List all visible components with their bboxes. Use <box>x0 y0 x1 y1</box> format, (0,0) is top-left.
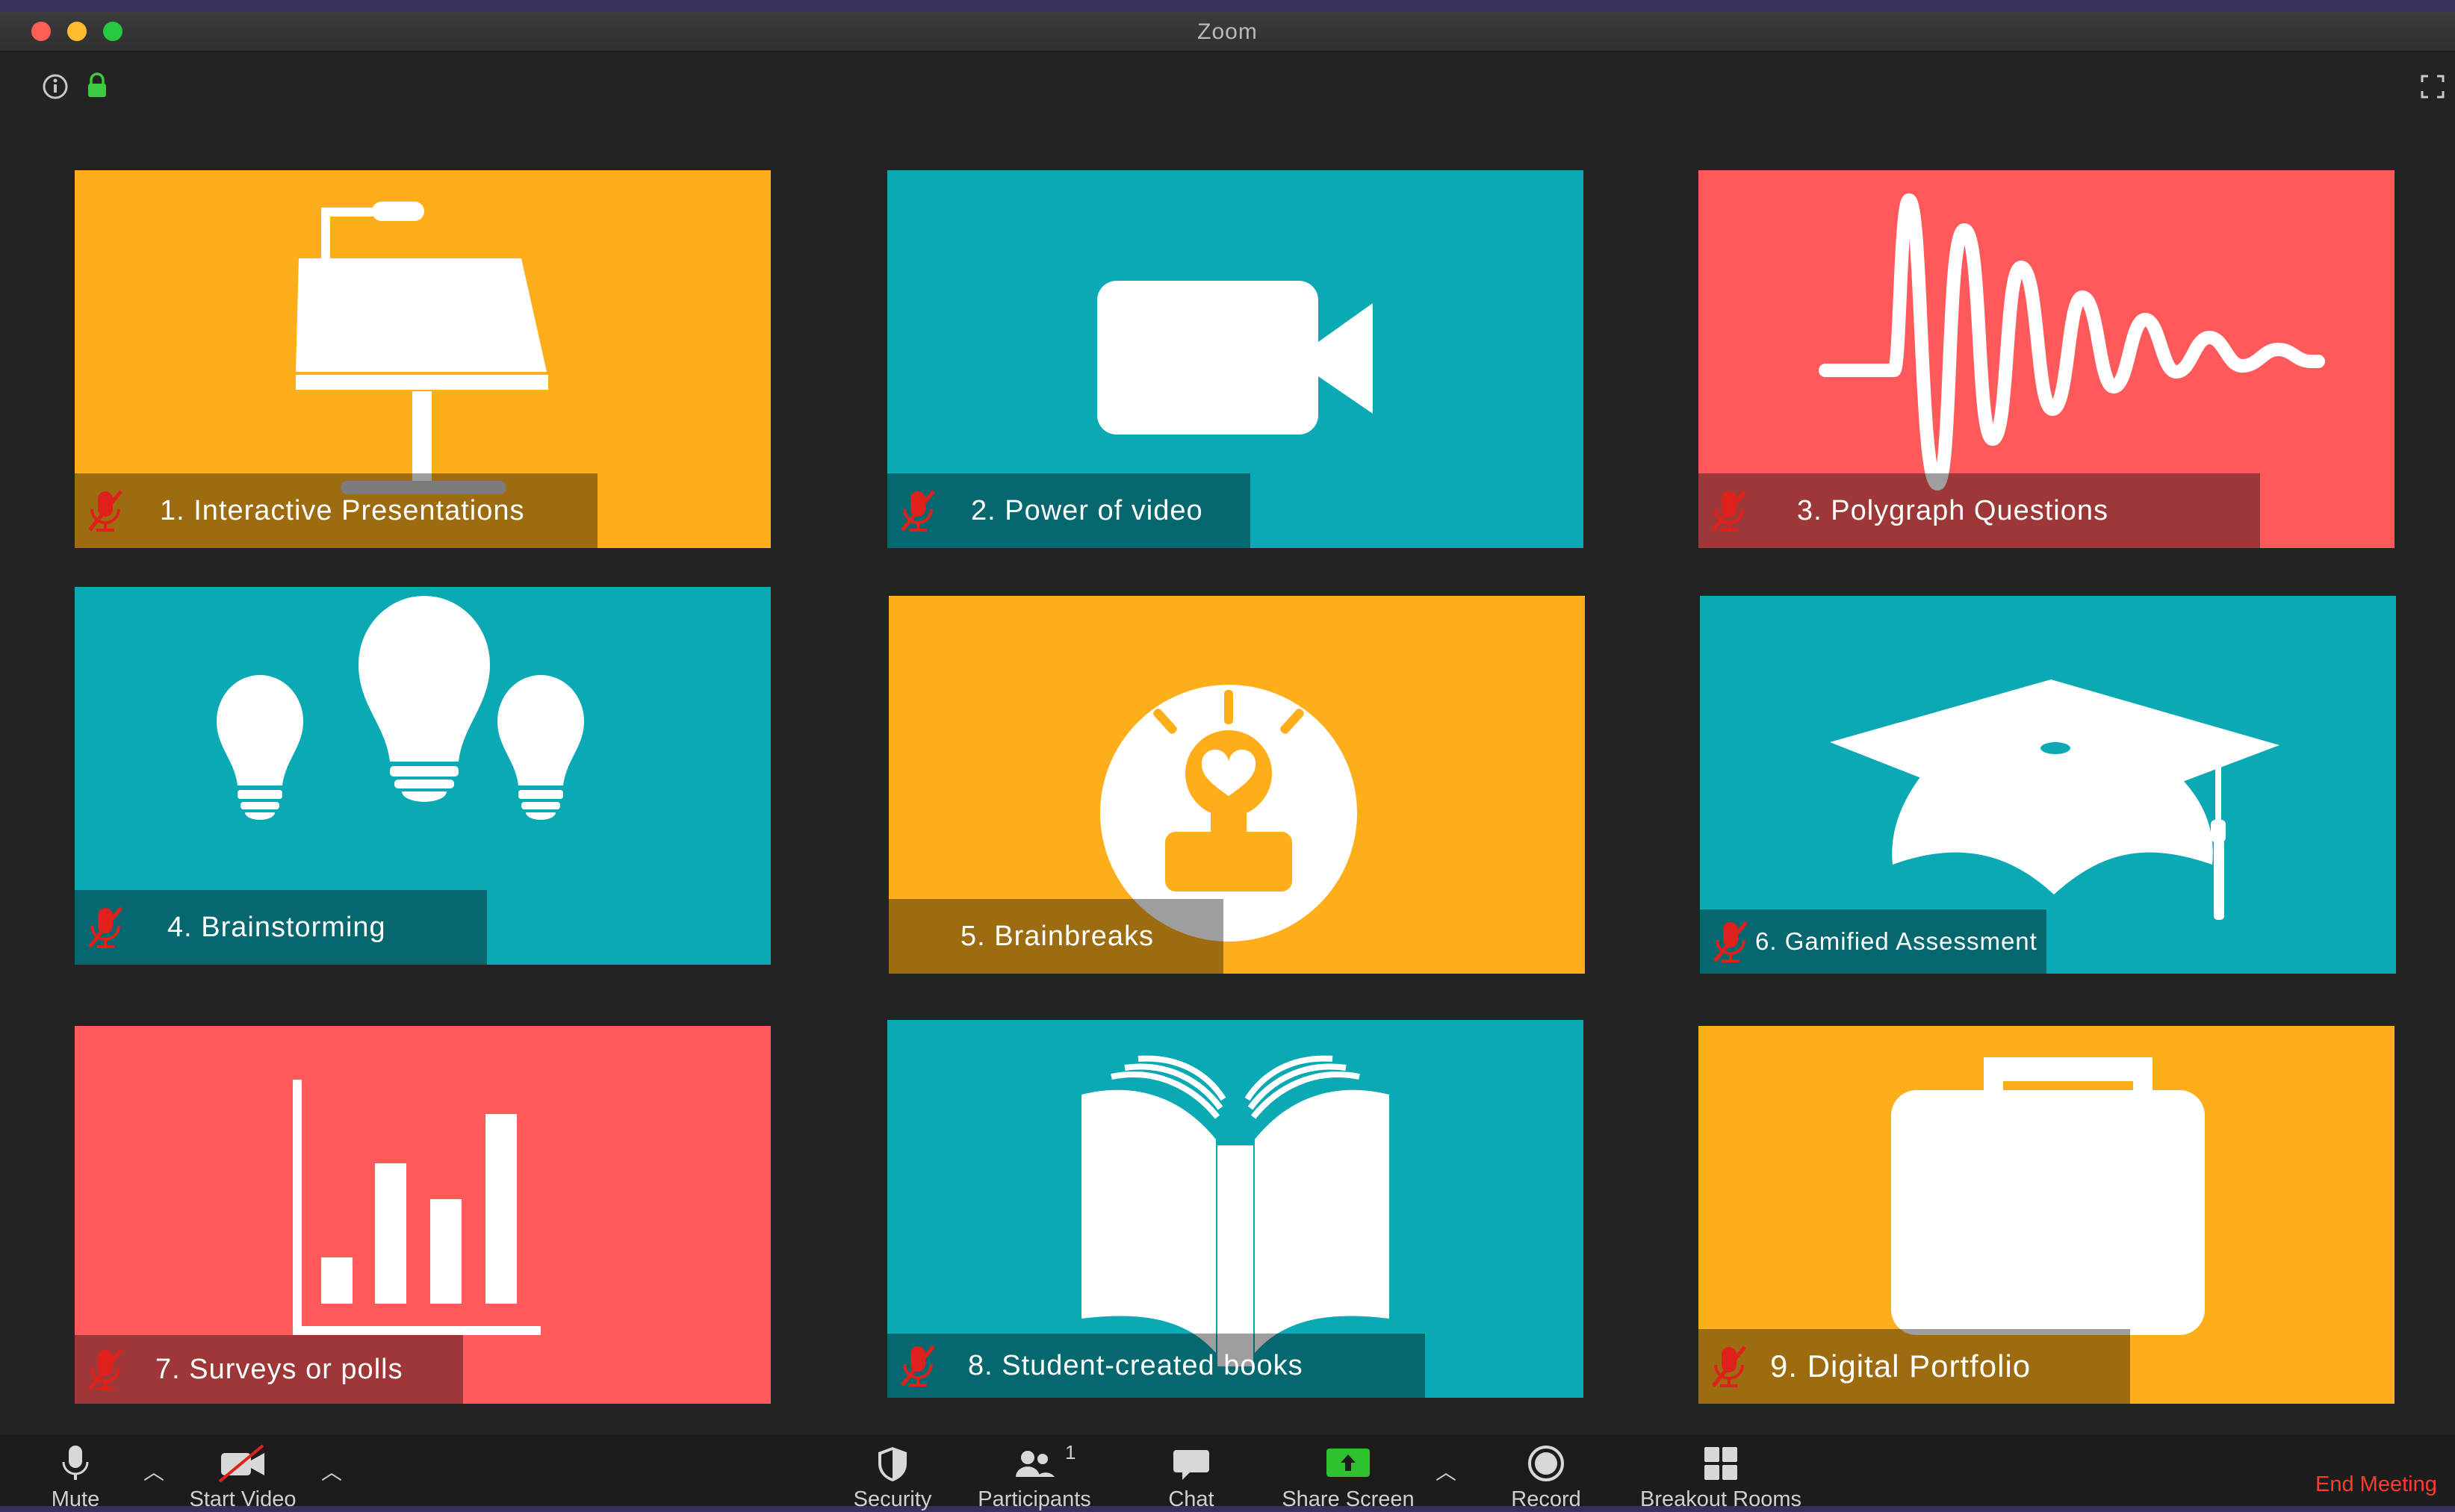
participants-button[interactable]: 1 Participants <box>971 1441 1098 1512</box>
start-video-label: Start Video <box>189 1487 297 1511</box>
tile-label: 6. Gamified Assessment <box>1755 927 2037 955</box>
participant-name-bar: 5. Brainbreaks <box>889 899 1223 974</box>
share-options-chevron-up-icon[interactable]: ︿ <box>1436 1456 1456 1486</box>
video-tile-6[interactable]: 6. Gamified Assessment <box>1700 596 2396 974</box>
end-meeting-button[interactable]: End Meeting <box>2315 1472 2437 1497</box>
muted-microphone-icon <box>1713 921 1748 962</box>
share-screen-button[interactable]: Share Screen <box>1270 1443 1427 1512</box>
muted-microphone-icon <box>88 1348 122 1390</box>
chat-bubble-icon <box>1173 1450 1209 1480</box>
video-tile-5[interactable]: 5. Brainbreaks <box>889 596 1585 974</box>
tile-label: 5. Brainbreaks <box>960 920 1155 952</box>
chat-button[interactable]: Chat <box>1150 1443 1232 1512</box>
start-video-button[interactable]: Start Video <box>179 1443 306 1512</box>
video-tile-7[interactable]: 7. Surveys or polls <box>75 1026 771 1404</box>
muted-microphone-icon <box>88 490 122 532</box>
participant-name-bar: 6. Gamified Assessment <box>1700 909 2046 974</box>
video-tile-3[interactable]: 3. Polygraph Questions <box>1698 170 2395 548</box>
chat-label: Chat <box>1168 1487 1214 1511</box>
title-bar: Zoom <box>0 12 2455 52</box>
tile-label: 9. Digital Portfolio <box>1770 1348 2032 1384</box>
video-tile-4[interactable]: 4. Brainstorming <box>75 587 771 965</box>
meeting-toolbar: Mute ︿ Start Video ︿ Security 1 Particip… <box>0 1435 2455 1511</box>
mute-button[interactable]: Mute <box>42 1443 109 1512</box>
breakout-rooms-label: Breakout Rooms <box>1640 1487 1801 1511</box>
tile-label: 4. Brainstorming <box>167 911 386 943</box>
video-off-icon <box>218 1444 264 1483</box>
zoom-window: Zoom 1. Interactive Presentations 2. Pow… <box>0 12 2455 1511</box>
breakout-rooms-button[interactable]: Breakout Rooms <box>1633 1443 1809 1512</box>
encryption-lock-icon[interactable] <box>88 72 106 97</box>
security-label: Security <box>853 1487 932 1511</box>
meeting-info-area <box>39 72 128 105</box>
participants-count-badge: 1 <box>1065 1441 1076 1463</box>
window-title: Zoom <box>1197 19 1258 44</box>
shield-icon <box>878 1447 907 1481</box>
tile-label: 3. Polygraph Questions <box>1797 494 2109 526</box>
participant-name-bar: 2. Power of video <box>887 473 1250 548</box>
record-icon <box>1528 1446 1564 1481</box>
fullscreen-icon[interactable] <box>2418 72 2448 105</box>
microphone-icon <box>62 1446 89 1480</box>
record-button[interactable]: Record <box>1501 1443 1591 1512</box>
video-tile-2[interactable]: 2. Power of video <box>887 170 1583 548</box>
audio-options-chevron-up-icon[interactable]: ︿ <box>143 1456 164 1486</box>
video-tile-1[interactable]: 1. Interactive Presentations <box>75 170 771 548</box>
participant-name-bar: 7. Surveys or polls <box>75 1335 463 1404</box>
tile-label: 1. Interactive Presentations <box>160 494 525 526</box>
security-button[interactable]: Security <box>844 1443 941 1512</box>
muted-microphone-icon <box>1712 490 1746 532</box>
info-icon[interactable] <box>43 74 68 99</box>
participant-name-bar: 4. Brainstorming <box>75 890 487 965</box>
muted-microphone-icon <box>1712 1345 1746 1387</box>
tile-label: 7. Surveys or polls <box>155 1353 403 1385</box>
mute-label: Mute <box>51 1487 100 1511</box>
tile-label: 8. Student-created books <box>968 1349 1303 1381</box>
muted-microphone-icon <box>88 906 122 948</box>
share-screen-label: Share Screen <box>1282 1487 1415 1511</box>
participants-icon <box>1016 1451 1055 1477</box>
participant-name-bar: 1. Interactive Presentations <box>75 473 598 548</box>
record-label: Record <box>1511 1487 1581 1511</box>
muted-microphone-icon <box>901 490 935 532</box>
breakout-rooms-icon <box>1704 1447 1737 1480</box>
participant-name-bar: 8. Student-created books <box>887 1334 1425 1398</box>
participants-label: Participants <box>978 1487 1091 1511</box>
video-tile-8[interactable]: 8. Student-created books <box>887 1020 1583 1398</box>
tile-label: 2. Power of video <box>971 494 1203 526</box>
participant-name-bar: 3. Polygraph Questions <box>1698 473 2260 548</box>
video-options-chevron-up-icon[interactable]: ︿ <box>321 1456 342 1486</box>
muted-microphone-icon <box>901 1345 935 1387</box>
participant-name-bar: 9. Digital Portfolio <box>1698 1329 2130 1404</box>
video-tile-9[interactable]: 9. Digital Portfolio <box>1698 1026 2395 1404</box>
share-screen-icon <box>1326 1449 1370 1477</box>
